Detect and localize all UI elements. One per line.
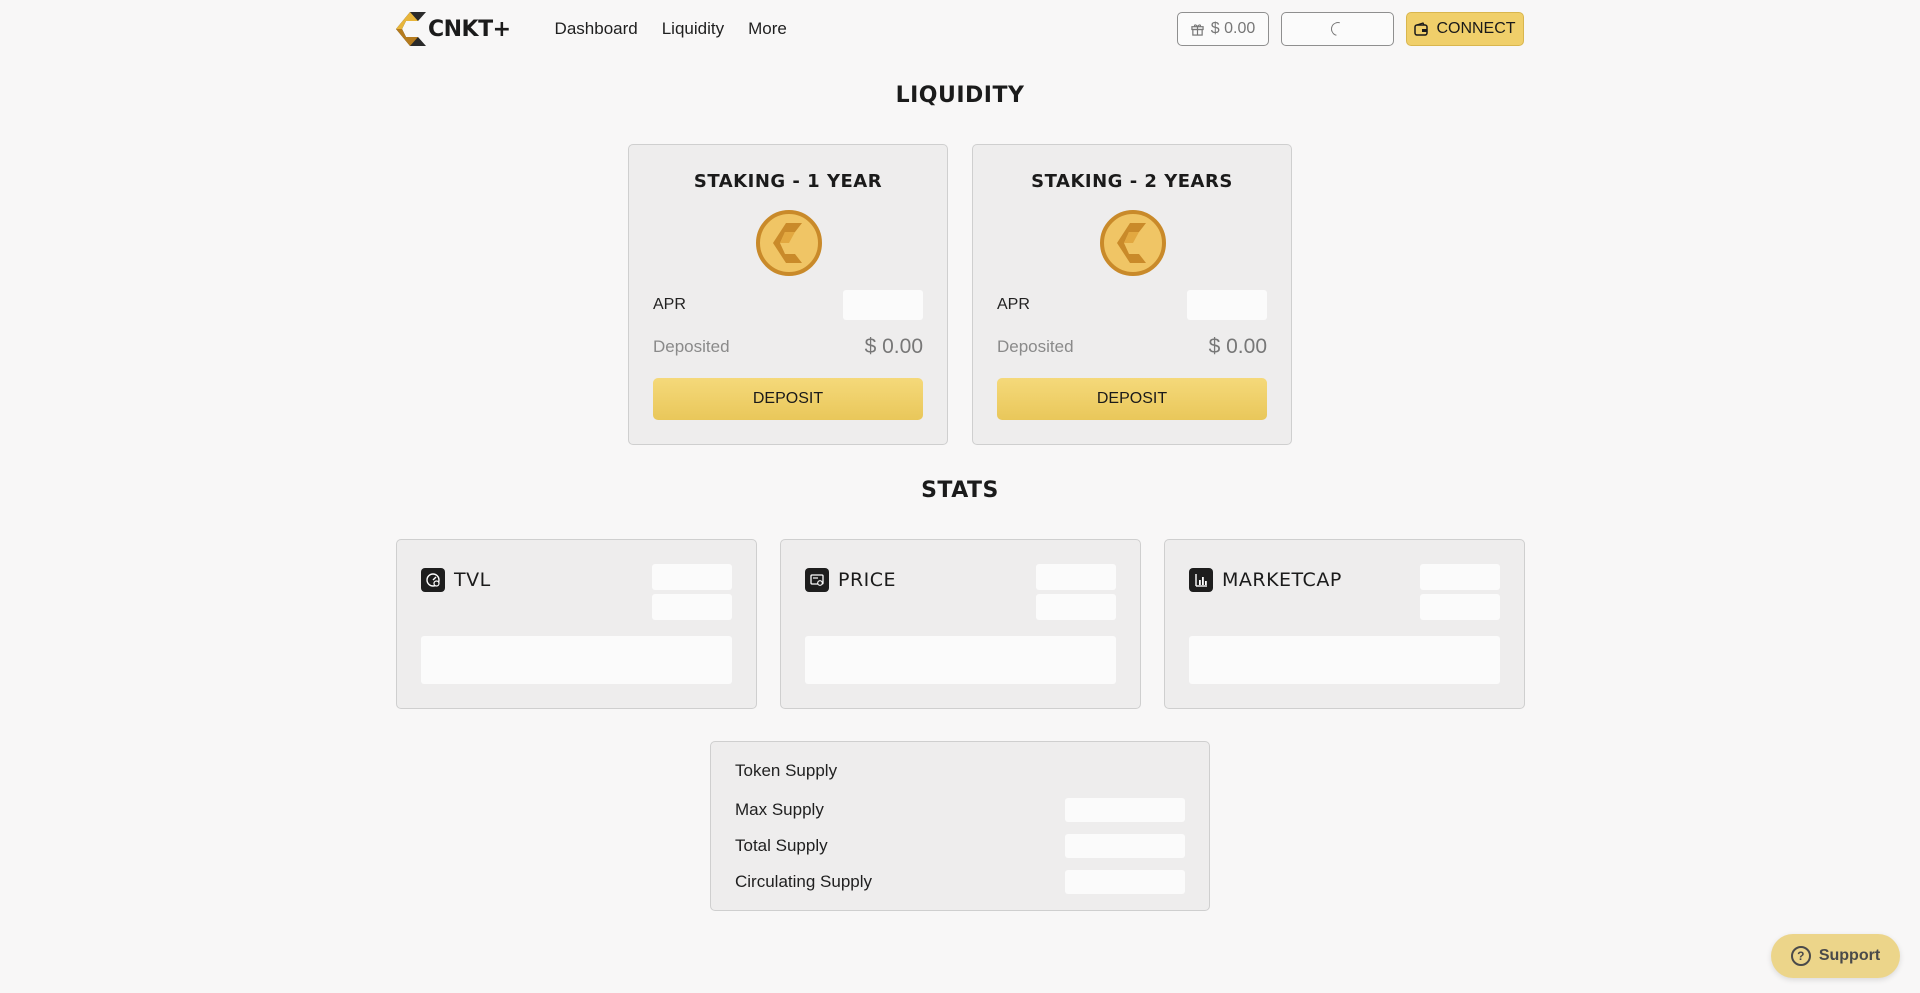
max-supply-placeholder <box>1065 798 1185 822</box>
liquidity-title: LIQUIDITY <box>895 83 1025 108</box>
nav-dashboard[interactable]: Dashboard <box>555 19 638 39</box>
staking-card-title: STAKING - 1 YEAR <box>693 171 883 192</box>
main-nav: Dashboard Liquidity More <box>555 19 787 39</box>
connect-wallet-button[interactable]: CONNECT <box>1406 12 1524 46</box>
deposited-value: $ 0.00 <box>1208 335 1267 358</box>
cnkt-coin-icon <box>756 210 822 276</box>
bar-chart-icon <box>1189 568 1213 592</box>
circulating-supply-label: Circulating Supply <box>735 872 873 891</box>
deposited-label: Deposited <box>997 337 1074 356</box>
support-button[interactable]: ? Support <box>1771 934 1900 978</box>
apr-value-placeholder <box>843 290 923 320</box>
apr-row: APR <box>997 290 1267 320</box>
apr-label: APR <box>653 296 686 313</box>
stat-header: TVL <box>421 568 491 592</box>
stat-change-placeholder <box>1036 594 1116 620</box>
help-question-icon: ? <box>1790 946 1811 966</box>
balance-value: $ 0.00 <box>1210 20 1256 37</box>
stat-chart-placeholder <box>805 636 1116 684</box>
balance-button[interactable]: $ 0.00 <box>1177 12 1269 46</box>
deposited-row: Deposited $ 0.00 <box>997 335 1267 359</box>
deposited-row: Deposited $ 0.00 <box>653 335 923 359</box>
gift-icon <box>1191 23 1204 36</box>
token-supply-title: Token Supply <box>735 761 838 780</box>
max-supply-label: Max Supply <box>735 800 824 819</box>
apr-row: APR <box>653 290 923 320</box>
nav-liquidity[interactable]: Liquidity <box>662 19 724 39</box>
circulating-supply-placeholder <box>1065 870 1185 894</box>
deposited-value: $ 0.00 <box>864 335 923 358</box>
stats-title: STATS <box>921 478 999 503</box>
deposit-button[interactable]: DEPOSIT <box>997 378 1267 420</box>
stat-value-placeholder <box>1420 564 1500 590</box>
staking-card-2-years: STAKING - 2 YEARS APR Deposited $ 0.00 D… <box>972 144 1292 445</box>
stat-value-placeholder <box>1036 564 1116 590</box>
stat-label: PRICE <box>838 569 897 591</box>
stat-header: MARKETCAP <box>1189 568 1342 592</box>
nav-more[interactable]: More <box>748 19 787 39</box>
apr-label: APR <box>997 296 1030 313</box>
stat-card-marketcap: MARKETCAP <box>1164 539 1525 709</box>
header-actions: $ 0.00 CONNECT <box>1177 12 1524 46</box>
brand-name: CNKT+ <box>428 16 511 42</box>
token-supply-card: Token Supply Max Supply Total Supply Cir… <box>710 741 1210 911</box>
circulating-supply-row: Circulating Supply <box>735 870 1185 894</box>
deposited-label: Deposited <box>653 337 730 356</box>
apr-value-placeholder <box>1187 290 1267 320</box>
stat-chart-placeholder <box>1189 636 1500 684</box>
max-supply-row: Max Supply <box>735 798 1185 822</box>
staking-card-title: STAKING - 2 YEARS <box>1031 171 1233 192</box>
network-loading-button[interactable] <box>1281 12 1394 46</box>
staking-card-1-year: STAKING - 1 YEAR APR Deposited $ 0.00 DE… <box>628 144 948 445</box>
brand-logo[interactable]: CNKT+ <box>396 12 511 46</box>
deposit-button[interactable]: DEPOSIT <box>653 378 923 420</box>
stat-change-placeholder <box>652 594 732 620</box>
stat-header: PRICE <box>805 568 896 592</box>
cnkt-coin-icon <box>1100 210 1166 276</box>
cnkt-logo-icon <box>396 12 426 46</box>
total-supply-row: Total Supply <box>735 834 1185 858</box>
support-label: Support <box>1818 947 1881 964</box>
price-tag-icon <box>805 568 829 592</box>
stat-value-placeholder <box>652 564 732 590</box>
total-supply-placeholder <box>1065 834 1185 858</box>
tvl-gauge-icon <box>421 568 445 592</box>
stat-label: TVL <box>454 569 491 591</box>
connect-label: CONNECT <box>1436 20 1516 37</box>
stat-change-placeholder <box>1420 594 1500 620</box>
top-nav-bar: CNKT+ Dashboard Liquidity More $ 0.00 CO… <box>396 12 1524 46</box>
stat-card-price: PRICE <box>780 539 1141 709</box>
total-supply-label: Total Supply <box>735 836 828 855</box>
loading-spinner-icon <box>1327 19 1348 39</box>
stat-label: MARKETCAP <box>1222 569 1342 591</box>
stat-card-tvl: TVL <box>396 539 757 709</box>
wallet-icon <box>1414 22 1429 36</box>
stat-chart-placeholder <box>421 636 732 684</box>
